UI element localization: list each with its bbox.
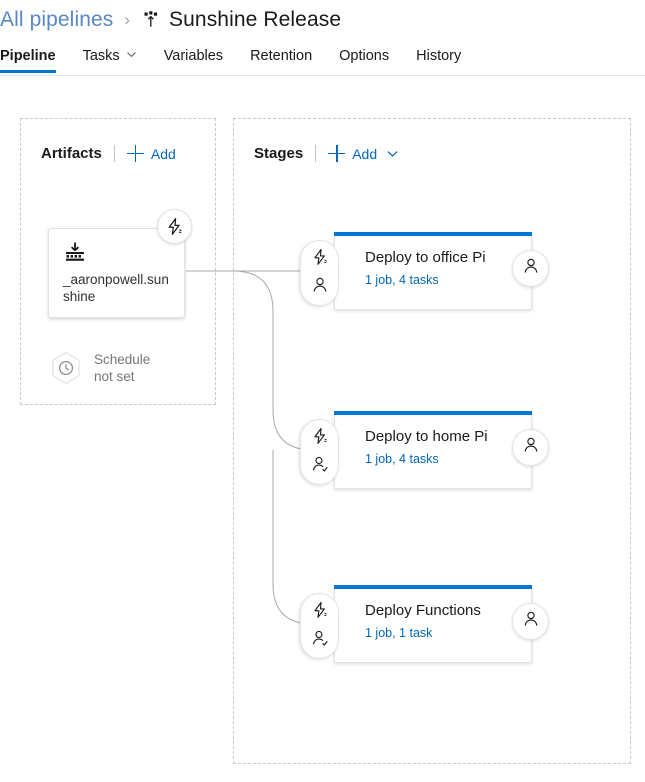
tab-tasks[interactable]: Tasks xyxy=(83,44,137,72)
tab-history-label: History xyxy=(416,48,462,64)
add-artifact-label: Add xyxy=(150,145,176,162)
person-check-icon xyxy=(311,629,329,652)
add-stage-label: Add xyxy=(352,145,378,162)
tab-retention-label: Retention xyxy=(250,48,313,64)
tab-options[interactable]: Options xyxy=(339,44,389,72)
pre-deployment-conditions-button[interactable] xyxy=(300,419,339,485)
divider xyxy=(113,145,115,162)
continuous-deployment-trigger-icon[interactable] xyxy=(157,209,192,244)
tab-options-label: Options xyxy=(339,48,390,64)
lightning-bolt-icon xyxy=(311,601,329,624)
pre-deployment-conditions-button[interactable] xyxy=(300,240,339,306)
schedule-line2: not set xyxy=(94,369,135,384)
schedule-label: Schedule not set xyxy=(94,351,150,385)
lightning-bolt-icon xyxy=(311,248,329,271)
breadcrumb: All pipelines › Sunshine Release xyxy=(0,0,341,40)
post-deployment-conditions-button[interactable] xyxy=(512,250,549,287)
stage-name: Deploy to office Pi xyxy=(365,249,486,266)
schedule-line1: Schedule xyxy=(94,352,151,367)
post-deployment-conditions-button[interactable] xyxy=(512,603,549,640)
person-check-icon xyxy=(311,455,329,478)
stage-accent-bar xyxy=(334,411,532,415)
release-pipeline-icon xyxy=(140,9,162,31)
tab-pipeline-label: Pipeline xyxy=(0,48,56,64)
tab-bar: Pipeline Tasks Variables Retention Optio… xyxy=(0,44,645,76)
stage-accent-bar xyxy=(334,232,532,236)
add-artifact-button[interactable]: Add xyxy=(126,145,176,162)
pre-deployment-conditions-button[interactable] xyxy=(300,593,339,659)
person-icon xyxy=(522,436,540,459)
stage-card[interactable]: Deploy to home Pi 1 job, 4 tasks xyxy=(300,411,549,489)
stage-card[interactable]: Deploy Functions 1 job, 1 task xyxy=(300,585,549,663)
breadcrumb-separator-icon: › xyxy=(124,10,131,29)
stage-accent-bar xyxy=(334,585,532,589)
post-deployment-conditions-button[interactable] xyxy=(512,429,549,466)
artifact-card[interactable]: _aaronpowell.sunshine xyxy=(48,228,185,318)
stages-panel-header: Stages Add xyxy=(254,145,399,162)
plus-icon xyxy=(328,145,346,162)
stage-name: Deploy Functions xyxy=(365,602,481,619)
artifact-name: _aaronpowell.sunshine xyxy=(63,272,169,304)
divider xyxy=(315,145,317,162)
artifacts-panel-header: Artifacts Add xyxy=(41,145,176,162)
tab-pipeline[interactable]: Pipeline xyxy=(0,44,56,73)
artifacts-panel-title: Artifacts xyxy=(41,145,102,162)
build-artifact-icon xyxy=(63,241,87,265)
stage-card[interactable]: Deploy to office Pi 1 job, 4 tasks xyxy=(300,232,549,310)
plus-icon xyxy=(126,145,144,162)
stage-summary[interactable]: 1 job, 1 task xyxy=(365,626,432,640)
stages-panel-title: Stages xyxy=(254,145,304,162)
page-title: Sunshine Release xyxy=(169,8,342,31)
stage-summary[interactable]: 1 job, 4 tasks xyxy=(365,273,439,287)
breadcrumb-all-pipelines-link[interactable]: All pipelines xyxy=(0,8,113,32)
chevron-down-icon[interactable] xyxy=(386,147,399,160)
schedule-trigger[interactable]: Schedule not set xyxy=(48,350,150,386)
lightning-bolt-icon xyxy=(311,427,329,450)
tab-variables-label: Variables xyxy=(163,48,224,64)
chevron-down-icon xyxy=(126,48,137,64)
tab-variables[interactable]: Variables xyxy=(164,44,223,72)
clock-icon xyxy=(48,350,84,386)
add-stage-button[interactable]: Add xyxy=(328,145,399,162)
stage-name: Deploy to home Pi xyxy=(365,428,488,445)
tab-retention[interactable]: Retention xyxy=(250,44,312,72)
tab-tasks-label: Tasks xyxy=(82,48,120,64)
person-icon xyxy=(522,610,540,633)
person-icon xyxy=(311,276,329,299)
tab-history[interactable]: History xyxy=(416,44,461,72)
stage-summary[interactable]: 1 job, 4 tasks xyxy=(365,452,439,466)
person-icon xyxy=(522,257,540,280)
